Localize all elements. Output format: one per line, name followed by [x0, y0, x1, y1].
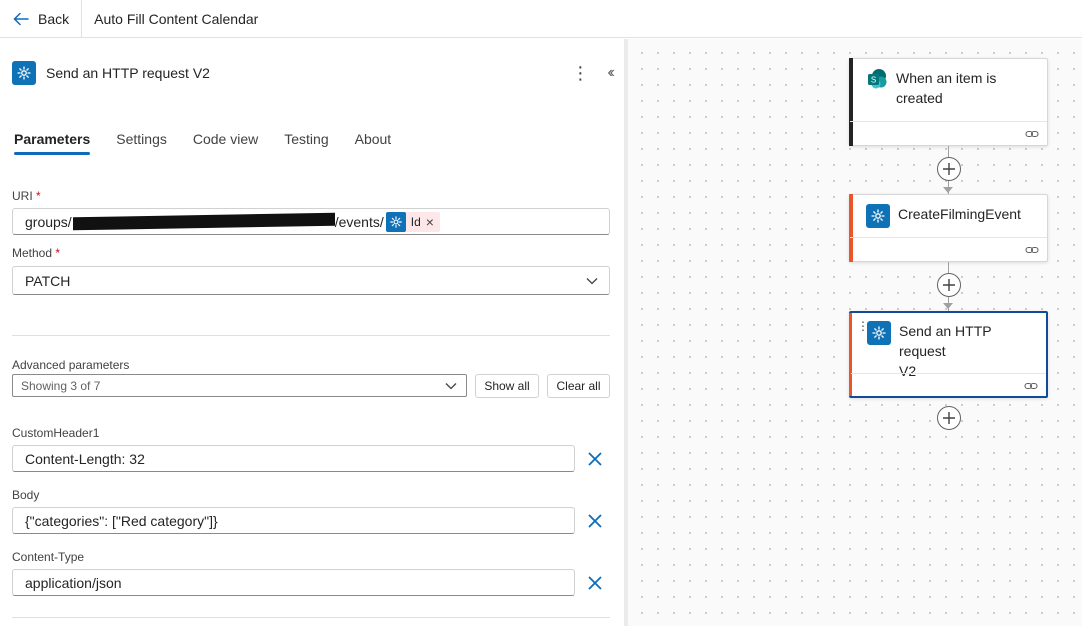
send-http-request-node[interactable]: ⋮ Send an HTTP request V2	[849, 311, 1048, 398]
more-options-icon[interactable]: ⋮	[571, 64, 589, 82]
connector-arrow	[943, 187, 953, 193]
tab-testing[interactable]: Testing	[284, 131, 328, 155]
tab-code-view[interactable]: Code view	[193, 131, 258, 155]
node-footer	[850, 237, 1047, 261]
chevron-down-icon	[445, 382, 457, 389]
uri-prefix: groups/	[25, 213, 72, 230]
custom-header-input[interactable]: Content-Length: 32	[12, 445, 575, 472]
create-filming-event-node[interactable]: CreateFilmingEvent	[849, 194, 1048, 262]
http-icon	[867, 321, 891, 345]
node-label: CreateFilmingEvent	[898, 204, 1021, 224]
remove-custom-header-icon[interactable]	[585, 449, 605, 469]
insert-step-button[interactable]	[937, 273, 961, 297]
method-value: PATCH	[25, 272, 71, 289]
redacted-segment	[72, 212, 335, 231]
tab-parameters[interactable]: Parameters	[14, 131, 91, 155]
clear-all-button[interactable]: Clear all	[547, 374, 610, 398]
http-token-icon	[385, 211, 406, 232]
remove-content-type-icon[interactable]	[585, 573, 605, 593]
content-type-label: Content-Type	[12, 550, 85, 564]
show-all-button[interactable]: Show all	[475, 374, 539, 398]
uri-required-mark: *	[36, 189, 41, 203]
node-label-line1: When an item is	[896, 70, 997, 86]
top-bar: Back Auto Fill Content Calendar	[0, 0, 1082, 38]
advanced-summary: Showing 3 of 7	[21, 378, 101, 393]
node-label-line2: created	[896, 90, 943, 106]
collapse-panel-icon[interactable]: ‹‹	[607, 64, 614, 82]
body-label: Body	[12, 488, 40, 502]
back-arrow-icon	[13, 12, 29, 25]
http-action-icon	[12, 61, 36, 85]
http-icon	[866, 204, 890, 228]
trigger-node[interactable]: S When an item is created	[849, 58, 1048, 146]
svg-text:S: S	[871, 76, 876, 85]
plus-icon	[943, 163, 955, 175]
body-input[interactable]: {"categories": ["Red category"]}	[12, 507, 575, 534]
sharepoint-icon: S	[866, 68, 888, 90]
action-details-panel: Send an HTTP request V2 ⋮ ‹‹ Parameters …	[0, 39, 624, 626]
id-token[interactable]: Id ×	[385, 211, 440, 232]
connector-arrow	[943, 303, 953, 309]
advanced-parameters-select[interactable]: Showing 3 of 7	[12, 374, 467, 397]
uri-input[interactable]: groups/ /events/ Id ×	[12, 208, 610, 235]
add-step-button[interactable]	[937, 406, 961, 430]
section-divider-bottom	[12, 617, 610, 618]
method-label: Method *	[12, 246, 60, 260]
flow-title: Auto Fill Content Calendar	[94, 10, 259, 27]
token-label: Id	[410, 214, 421, 229]
panel-title: Send an HTTP request V2	[46, 65, 210, 81]
link-icon[interactable]	[1025, 127, 1039, 141]
node-footer	[851, 373, 1046, 397]
flow-canvas[interactable]: S When an item is created CreateFilmingE…	[628, 39, 1082, 626]
panel-tabs: Parameters Settings Code view Testing Ab…	[14, 131, 391, 155]
method-select[interactable]: PATCH	[12, 266, 610, 295]
method-label-text: Method	[12, 246, 53, 260]
uri-suffix: /events/	[334, 213, 384, 230]
insert-step-button[interactable]	[937, 157, 961, 181]
node-label-line1: CreateFilmingEvent	[898, 206, 1021, 222]
uri-label: URI *	[12, 189, 41, 203]
tab-about[interactable]: About	[355, 131, 392, 155]
custom-header-label: CustomHeader1	[12, 426, 100, 440]
panel-header: Send an HTTP request V2 ⋮ ‹‹	[12, 61, 615, 85]
back-label: Back	[38, 10, 70, 27]
remove-body-icon[interactable]	[585, 511, 605, 531]
content-type-input[interactable]: application/json	[12, 569, 575, 596]
plus-icon	[943, 412, 955, 424]
node-label: Send an HTTP request V2	[899, 321, 1036, 381]
back-button[interactable]: Back	[0, 0, 83, 38]
section-divider	[12, 335, 610, 336]
link-icon[interactable]	[1025, 243, 1039, 257]
node-footer	[850, 121, 1047, 145]
plus-icon	[943, 279, 955, 291]
chevron-down-icon	[586, 277, 598, 284]
node-drag-handle-icon[interactable]: ⋮	[857, 320, 869, 332]
method-required-mark: *	[55, 246, 61, 260]
remove-token-icon[interactable]: ×	[426, 214, 434, 230]
uri-label-text: URI	[12, 189, 33, 203]
link-icon[interactable]	[1024, 379, 1038, 393]
advanced-parameters-label: Advanced parameters	[12, 358, 130, 372]
node-label-line1: Send an HTTP request	[899, 323, 992, 359]
tab-settings[interactable]: Settings	[116, 131, 167, 155]
node-label: When an item is created	[896, 68, 996, 108]
